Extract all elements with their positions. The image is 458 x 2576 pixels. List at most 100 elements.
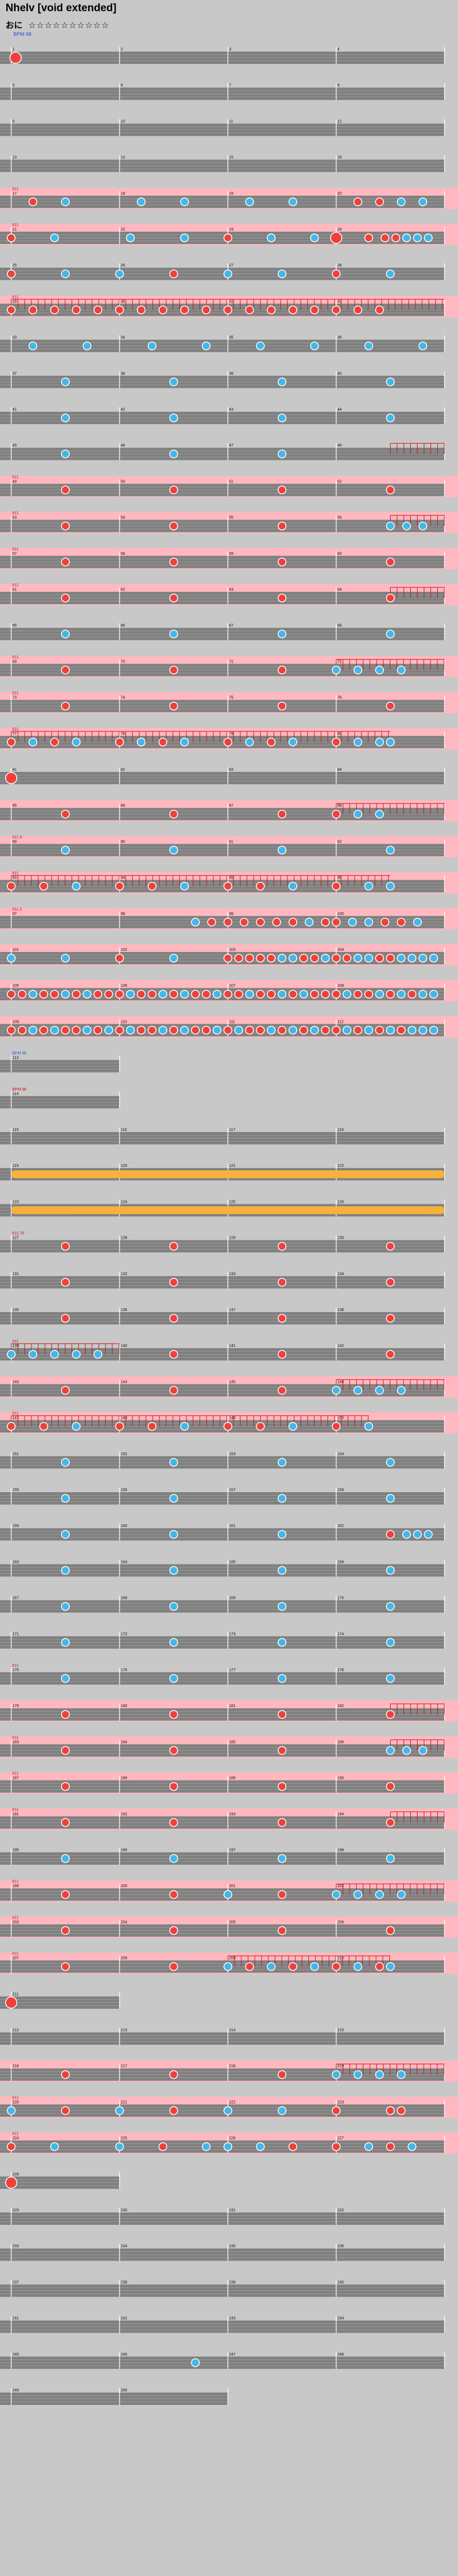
measure-number: 215 xyxy=(337,2028,344,2032)
ka-note xyxy=(364,954,373,963)
chart-row: 65 66 67 68 xyxy=(0,623,445,641)
measure-number: 245 xyxy=(12,2353,19,2357)
don-note xyxy=(136,305,146,315)
measure-number: 206 xyxy=(337,1920,344,1924)
ka-note xyxy=(402,1530,411,1539)
don-note xyxy=(61,594,70,602)
measure-number: 107 xyxy=(229,984,236,988)
ka-note xyxy=(212,990,222,999)
ka-note xyxy=(50,1025,59,1035)
ka-note xyxy=(83,1025,91,1035)
measure-number: 118 xyxy=(337,1128,344,1132)
measure-number: 21 xyxy=(12,228,17,232)
ka-note xyxy=(277,1638,287,1647)
don-note xyxy=(223,1025,232,1035)
measure-number: 183 xyxy=(12,1740,19,1744)
measure-number: 129 xyxy=(229,1236,236,1240)
measure-number: 167 xyxy=(12,1597,19,1600)
measure-number: 69 xyxy=(12,660,17,664)
ka-note xyxy=(61,1602,70,1611)
don-note xyxy=(5,2177,17,2189)
chart-row: 105 106 107 108 xyxy=(0,980,458,1002)
chart-row: 229 230 231 232 xyxy=(0,2208,445,2225)
measure-number: 28 xyxy=(337,264,342,268)
don-note xyxy=(277,1746,287,1755)
don-note xyxy=(267,954,276,963)
don-note xyxy=(169,485,178,495)
measure-mark: 611 xyxy=(12,187,19,191)
measure-number: 15 xyxy=(229,156,233,160)
ka-note xyxy=(169,449,178,458)
don-note xyxy=(169,1314,178,1323)
ka-note xyxy=(277,1458,287,1467)
measure-number: 208 xyxy=(121,1957,127,1961)
ka-note xyxy=(61,990,70,999)
ka-note xyxy=(28,990,38,999)
ka-note xyxy=(288,1422,297,1431)
ka-note xyxy=(397,954,406,963)
ka-note xyxy=(332,2070,341,2079)
measure-number: 162 xyxy=(337,1524,344,1528)
chart-row: 5 6 7 8 xyxy=(0,83,445,100)
ka-note xyxy=(375,2070,384,2079)
ka-note xyxy=(126,990,135,999)
ka-note xyxy=(353,954,363,963)
ka-note xyxy=(277,378,287,387)
don-note xyxy=(61,1314,70,1323)
don-note xyxy=(223,305,232,315)
measure-number: 36 xyxy=(337,336,342,340)
ka-note xyxy=(201,341,211,351)
ka-note xyxy=(83,341,91,351)
measure-number: 73 xyxy=(12,696,17,700)
ka-note xyxy=(50,233,59,242)
ka-note xyxy=(191,2358,200,2367)
don-note xyxy=(39,1422,48,1431)
don-note xyxy=(169,809,178,818)
measure-number: 184 xyxy=(121,1740,127,1744)
don-note xyxy=(39,1025,48,1035)
measure-number: 72 xyxy=(337,660,342,664)
ka-note xyxy=(50,2142,59,2151)
don-note xyxy=(169,1241,178,1251)
measure-number: 17 xyxy=(12,192,17,196)
chart-row: 224 225 226 227 611 xyxy=(0,2132,458,2154)
ka-note xyxy=(386,1854,395,1863)
don-note xyxy=(277,1314,287,1323)
measure-number: 38 xyxy=(121,372,125,376)
don-note xyxy=(104,990,113,999)
measure-number: 57 xyxy=(12,552,17,556)
measure-number: 149 xyxy=(229,1416,236,1420)
measure-number: 214 xyxy=(229,2028,236,2032)
measure-number: 217 xyxy=(121,2064,127,2068)
don-note xyxy=(93,1025,103,1035)
don-note xyxy=(332,1422,341,1431)
ka-note xyxy=(386,1674,395,1683)
don-note xyxy=(277,1278,287,1287)
ka-note xyxy=(386,1025,395,1035)
ka-note xyxy=(305,918,314,927)
don-note xyxy=(364,990,373,999)
measure-number: 220 xyxy=(12,2100,19,2104)
don-note xyxy=(148,1422,157,1431)
don-note xyxy=(277,1241,287,1251)
don-note xyxy=(332,1025,341,1035)
measure-number: 203 xyxy=(12,1920,19,1924)
ka-note xyxy=(61,197,70,206)
chart-row: 1 2 3 4 xyxy=(0,47,445,64)
don-note xyxy=(386,1314,395,1323)
chart-row: 228 xyxy=(0,2172,120,2189)
ka-note xyxy=(288,738,297,747)
measure-number: 65 xyxy=(12,624,17,628)
measure-number: 125 xyxy=(229,1200,236,1204)
measure-mark: BPM 98 xyxy=(12,1088,26,1092)
ka-note xyxy=(256,341,265,351)
ka-note xyxy=(386,1638,395,1647)
ka-note xyxy=(418,954,428,963)
measure-number: 62 xyxy=(121,588,125,592)
ka-note xyxy=(169,378,178,387)
chart-row: 171 172 173 174 xyxy=(0,1631,445,1649)
measure-number: 102 xyxy=(121,948,127,952)
don-note xyxy=(61,1818,70,1827)
don-note xyxy=(277,1782,287,1791)
measure-number: 1 xyxy=(12,48,15,52)
